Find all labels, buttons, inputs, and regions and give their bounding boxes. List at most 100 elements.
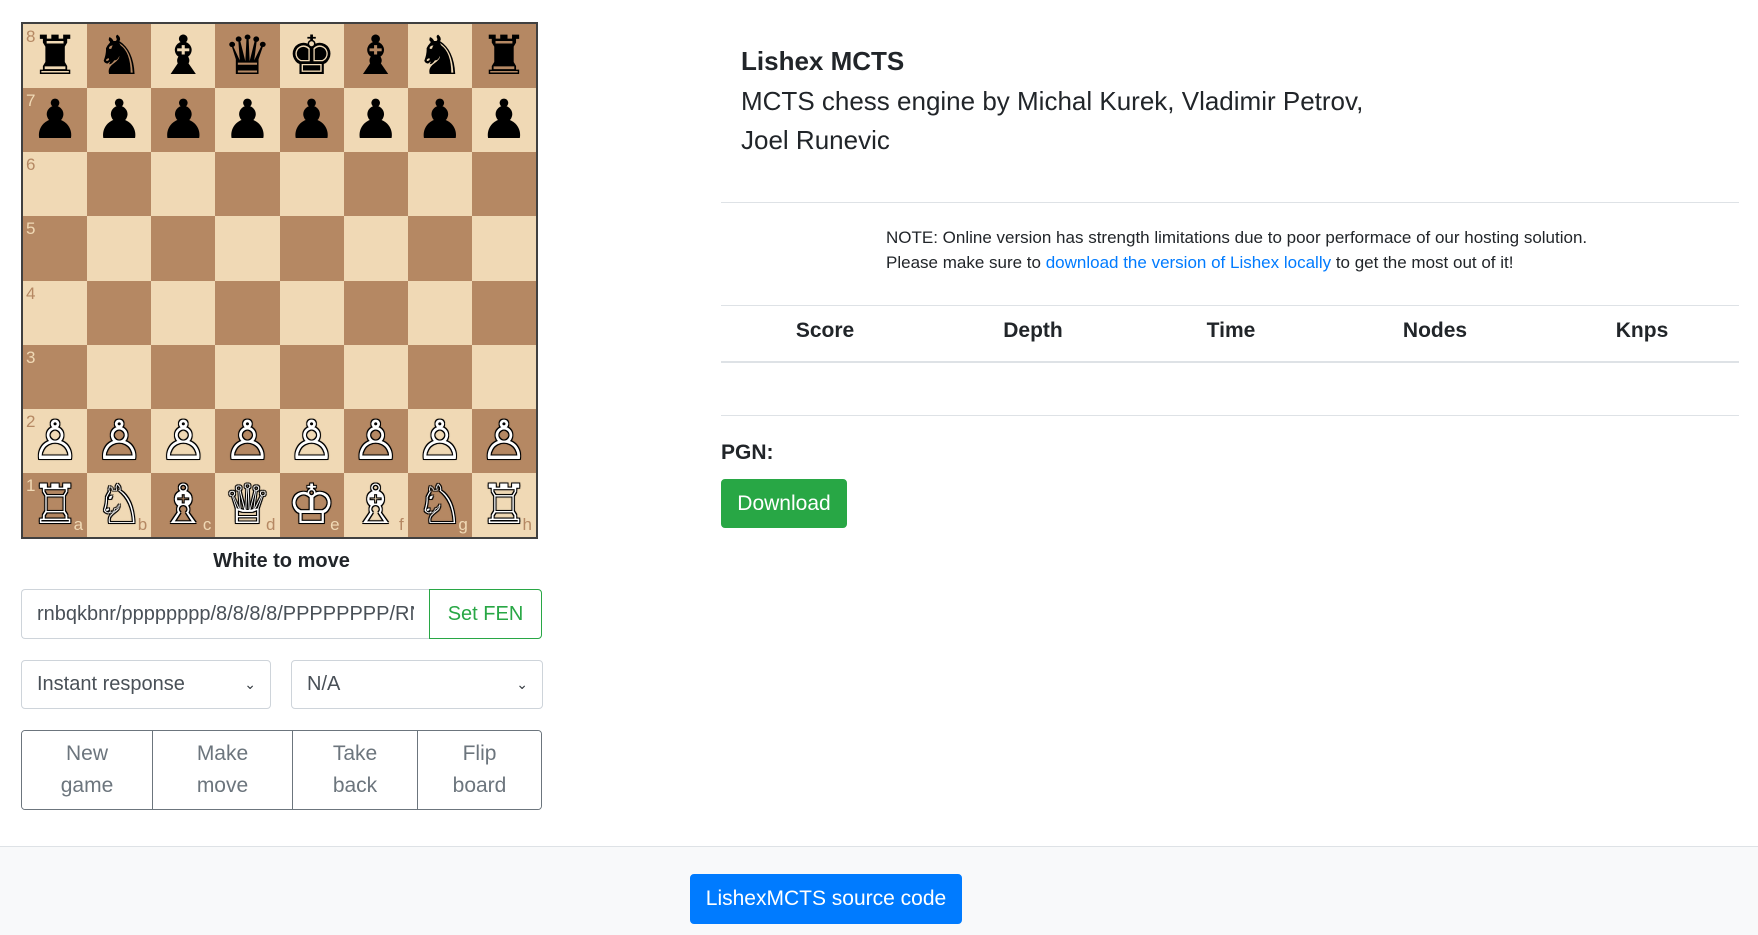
take-back-button[interactable]: Take back <box>293 731 418 809</box>
make-move-button[interactable]: Make move <box>153 731 293 809</box>
board-square-b7[interactable]: ♟ <box>87 88 152 153</box>
board-square-e4[interactable] <box>279 280 344 345</box>
chess-piece-icon[interactable]: ♙ <box>159 413 207 468</box>
chess-piece-icon[interactable]: ♗ <box>351 477 399 532</box>
board-square-e5[interactable] <box>279 216 344 281</box>
chess-piece-icon[interactable]: ♖ <box>31 477 79 532</box>
source-code-button[interactable]: LishexMCTS source code <box>690 874 962 924</box>
board-square-f3[interactable] <box>343 344 408 409</box>
board-square-a2[interactable]: 2 ♙ <box>23 408 88 473</box>
board-square-g3[interactable] <box>407 344 472 409</box>
board-square-h7[interactable]: ♟ <box>471 88 536 153</box>
board-square-a6[interactable]: 6 <box>23 152 88 217</box>
chess-piece-icon[interactable]: ♟ <box>223 93 271 147</box>
chess-piece-icon[interactable]: ♕ <box>223 477 271 532</box>
chess-piece-icon[interactable]: ♟ <box>287 93 335 147</box>
download-locally-link[interactable]: download the version of Lishex locally <box>1046 253 1331 272</box>
board-square-c2[interactable]: ♙ <box>151 408 216 473</box>
chess-piece-icon[interactable]: ♟ <box>351 93 399 147</box>
board-square-a3[interactable]: 3 <box>23 344 88 409</box>
flip-board-button[interactable]: Flip board <box>418 731 541 809</box>
board-square-h6[interactable] <box>471 152 536 217</box>
board-square-d3[interactable] <box>215 344 280 409</box>
chess-piece-icon[interactable]: ♙ <box>351 413 399 468</box>
chess-piece-icon[interactable]: ♘ <box>416 477 464 532</box>
time-select[interactable]: Instant response ⌄ <box>21 660 271 709</box>
chess-piece-icon[interactable]: ♜ <box>31 29 79 83</box>
chess-piece-icon[interactable]: ♙ <box>95 413 143 468</box>
new-game-button[interactable]: New game <box>22 731 153 809</box>
set-fen-button[interactable]: Set FEN <box>429 589 542 639</box>
chess-piece-icon[interactable]: ♘ <box>95 477 143 532</box>
board-square-a4[interactable]: 4 <box>23 280 88 345</box>
chess-piece-icon[interactable]: ♙ <box>287 413 335 468</box>
board-square-a8[interactable]: 8 ♜ <box>23 24 88 89</box>
board-square-c4[interactable] <box>151 280 216 345</box>
board-square-g4[interactable] <box>407 280 472 345</box>
board-square-h2[interactable]: ♙ <box>471 408 536 473</box>
board-square-f7[interactable]: ♟ <box>343 88 408 153</box>
chess-piece-icon[interactable]: ♞ <box>416 29 464 83</box>
board-square-b5[interactable] <box>87 216 152 281</box>
board-square-d6[interactable] <box>215 152 280 217</box>
chess-piece-icon[interactable]: ♟ <box>159 93 207 147</box>
chess-piece-icon[interactable]: ♝ <box>351 29 399 83</box>
chess-piece-icon[interactable]: ♜ <box>480 29 528 83</box>
board-square-f6[interactable] <box>343 152 408 217</box>
board-square-g7[interactable]: ♟ <box>407 88 472 153</box>
board-square-a7[interactable]: 7 ♟ <box>23 88 88 153</box>
chess-piece-icon[interactable]: ♙ <box>416 413 464 468</box>
chess-piece-icon[interactable]: ♙ <box>480 413 528 468</box>
chess-piece-icon[interactable]: ♞ <box>95 29 143 83</box>
chess-piece-icon[interactable]: ♛ <box>223 29 271 83</box>
board-square-e3[interactable] <box>279 344 344 409</box>
board-square-d8[interactable]: ♛ <box>215 24 280 89</box>
board-square-h5[interactable] <box>471 216 536 281</box>
board-square-g8[interactable]: ♞ <box>407 24 472 89</box>
depth-select[interactable]: N/A ⌄ <box>291 660 543 709</box>
board-square-e8[interactable]: ♚ <box>279 24 344 89</box>
chess-piece-icon[interactable]: ♟ <box>31 93 79 147</box>
board-square-a5[interactable]: 5 <box>23 216 88 281</box>
board-square-b6[interactable] <box>87 152 152 217</box>
chess-piece-icon[interactable]: ♖ <box>480 477 528 532</box>
fen-input[interactable] <box>21 589 429 639</box>
board-square-b1[interactable]: b ♘ <box>87 472 152 537</box>
chess-piece-icon[interactable]: ♟ <box>480 93 528 147</box>
download-pgn-button[interactable]: Download <box>721 479 847 528</box>
board-square-h4[interactable] <box>471 280 536 345</box>
board-square-c6[interactable] <box>151 152 216 217</box>
board-square-h8[interactable]: ♜ <box>471 24 536 89</box>
board-square-c3[interactable] <box>151 344 216 409</box>
chess-piece-icon[interactable]: ♚ <box>287 29 335 83</box>
board-square-d1[interactable]: d ♕ <box>215 472 280 537</box>
board-square-f5[interactable] <box>343 216 408 281</box>
board-square-d4[interactable] <box>215 280 280 345</box>
board-square-g6[interactable] <box>407 152 472 217</box>
board-square-f8[interactable]: ♝ <box>343 24 408 89</box>
chess-piece-icon[interactable]: ♟ <box>416 93 464 147</box>
chess-piece-icon[interactable]: ♙ <box>31 413 79 468</box>
board-square-a1[interactable]: 1 a ♖ <box>23 472 88 537</box>
chess-piece-icon[interactable]: ♙ <box>223 413 271 468</box>
board-square-f4[interactable] <box>343 280 408 345</box>
board-square-b2[interactable]: ♙ <box>87 408 152 473</box>
board-square-g5[interactable] <box>407 216 472 281</box>
board-square-g1[interactable]: g ♘ <box>407 472 472 537</box>
board-square-e6[interactable] <box>279 152 344 217</box>
chess-piece-icon[interactable]: ♟ <box>95 93 143 147</box>
chess-piece-icon[interactable]: ♝ <box>159 29 207 83</box>
board-square-d5[interactable] <box>215 216 280 281</box>
board-square-c1[interactable]: c ♗ <box>151 472 216 537</box>
board-square-f2[interactable]: ♙ <box>343 408 408 473</box>
board-square-e7[interactable]: ♟ <box>279 88 344 153</box>
board-square-b8[interactable]: ♞ <box>87 24 152 89</box>
board-square-c7[interactable]: ♟ <box>151 88 216 153</box>
board-square-b3[interactable] <box>87 344 152 409</box>
board-square-e1[interactable]: e ♔ <box>279 472 344 537</box>
chess-piece-icon[interactable]: ♗ <box>159 477 207 532</box>
board-square-c5[interactable] <box>151 216 216 281</box>
board-square-f1[interactable]: f ♗ <box>343 472 408 537</box>
board-square-d2[interactable]: ♙ <box>215 408 280 473</box>
board-square-c8[interactable]: ♝ <box>151 24 216 89</box>
